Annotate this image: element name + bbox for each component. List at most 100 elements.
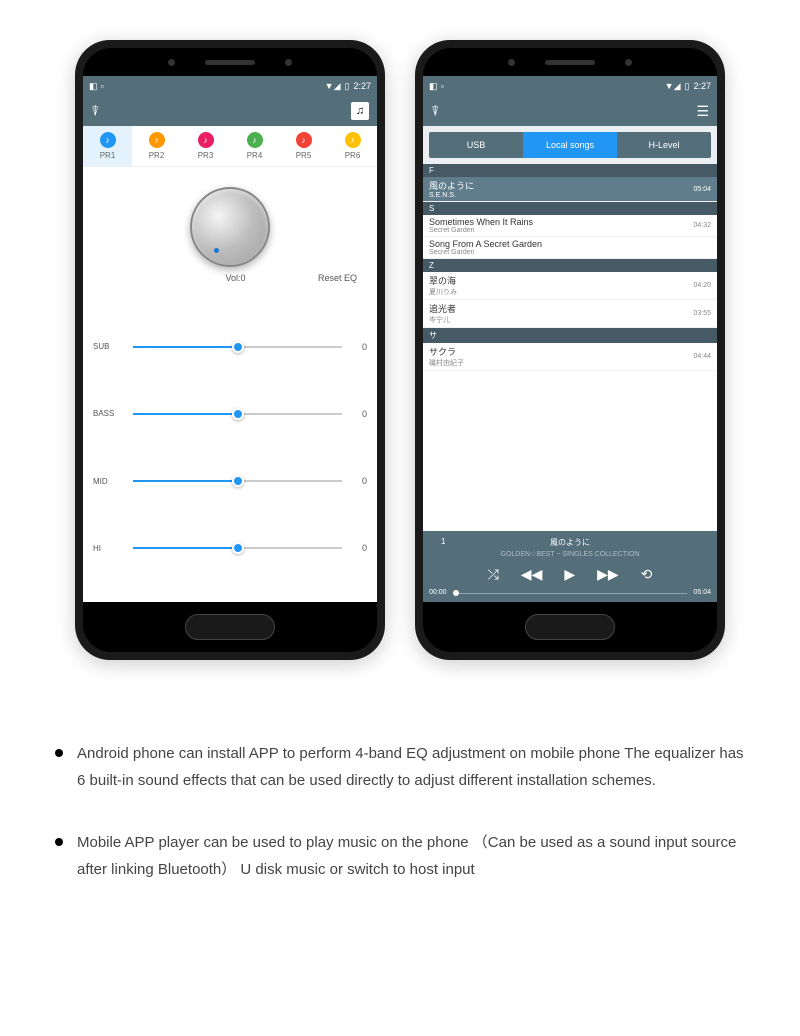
previous-icon[interactable]: ◀◀ — [521, 566, 543, 583]
preset-pr5[interactable]: ♪PR5 — [279, 126, 328, 166]
song-title: 翠の海 — [429, 274, 457, 287]
music-icon[interactable]: ♫ — [351, 102, 369, 120]
slider-sub: SUB 0 — [93, 327, 367, 367]
signal-icon: ▼◢ — [325, 81, 341, 92]
next-icon[interactable]: ▶▶ — [597, 566, 619, 583]
preset-pr3[interactable]: ♪PR3 — [181, 126, 230, 166]
slider-bass: BASS 0 — [93, 394, 367, 434]
song-title: Sometimes When It Rains — [429, 217, 533, 227]
preset-row: ♪PR1♪PR2♪PR3♪PR4♪PR5♪PR6 — [83, 126, 377, 167]
song-row[interactable]: 翠の海夏川りみ 04:20 — [423, 272, 717, 300]
total-time: 05:04 — [693, 589, 711, 596]
phone-bezel-bottom — [83, 602, 377, 652]
phone-frame-eq: ◧ ▫ ▼◢ ▯ 2:27 ⍒ ♫ ♪PR1♪PR2♪PR3♪PR4♪PR5♪P… — [75, 40, 385, 660]
slider-label: HI — [93, 544, 123, 553]
song-row[interactable]: サクラ磯村由紀子04:44 — [423, 343, 717, 371]
desc-text-2: Mobile APP player can be used to play mu… — [77, 829, 745, 883]
preset-label: PR5 — [296, 151, 312, 160]
slider-thumb[interactable] — [232, 341, 244, 353]
now-playing-album: GOLDEN☆BEST ~ SINGLES COLLECTION — [429, 550, 711, 558]
eq-sliders: SUB 0 BASS 0 MID 0 HI 0 — [83, 293, 377, 602]
preset-pr4[interactable]: ♪PR4 — [230, 126, 279, 166]
preset-pr6[interactable]: ♪PR6 — [328, 126, 377, 166]
slider-track[interactable] — [133, 547, 342, 549]
home-button[interactable] — [525, 614, 615, 640]
song-artist: 夏川りみ — [429, 287, 457, 297]
description-text: Android phone can install APP to perform… — [0, 700, 800, 958]
preset-pr2[interactable]: ♪ PR2 — [132, 126, 181, 166]
player-tabs: USBLocal songsH-Level — [429, 132, 711, 158]
song-duration: 03:55 — [693, 310, 711, 317]
song-title: Song From A Secret Garden — [429, 239, 542, 249]
song-title: サクラ — [429, 345, 464, 358]
tab-usb[interactable]: USB — [429, 132, 523, 158]
notification-icon: ◧ — [429, 81, 438, 92]
song-duration: 04:44 — [693, 353, 711, 360]
preset-label: PR2 — [149, 151, 165, 160]
song-duration: 04:20 — [693, 282, 711, 289]
notification-icon: ▫ — [441, 81, 444, 92]
slider-label: MID — [93, 477, 123, 486]
preset-icon: ♪ — [100, 132, 116, 148]
slider-track[interactable] — [133, 413, 342, 415]
eq-app-bar: ⍒ ♫ — [83, 96, 377, 126]
shuffle-icon[interactable]: ⤮ — [488, 566, 499, 583]
settings-icon[interactable]: ☰ — [696, 103, 709, 120]
song-row[interactable]: Sometimes When It RainsSecret Garden 04:3… — [423, 215, 717, 237]
signal-icon: ▼◢ — [665, 81, 681, 92]
phone-bezel-top — [83, 48, 377, 76]
slider-value: 0 — [352, 543, 367, 553]
song-duration: 05:04 — [693, 186, 711, 193]
bullet-icon — [55, 838, 63, 846]
slider-value: 0 — [352, 342, 367, 352]
home-button[interactable] — [185, 614, 275, 640]
reset-eq-button[interactable]: Reset EQ — [318, 273, 357, 283]
slider-value: 0 — [352, 476, 367, 486]
slider-mid: MID 0 — [93, 461, 367, 501]
repeat-icon[interactable]: ⟲ — [641, 566, 653, 583]
bluetooth-icon[interactable]: ⍒ — [431, 103, 439, 120]
song-artist: Secret Garden — [429, 249, 542, 256]
status-time: 2:27 — [693, 81, 711, 91]
slider-label: SUB — [93, 342, 123, 351]
song-artist: S.E.N.S. — [429, 192, 474, 199]
notification-icon: ◧ — [89, 81, 98, 92]
section-header: Z — [423, 259, 717, 272]
tab-local-songs[interactable]: Local songs — [523, 132, 617, 158]
section-header: F — [423, 164, 717, 177]
song-row[interactable]: 風のようにS.E.N.S.05:04 — [423, 177, 717, 202]
preset-label: PR1 — [100, 151, 116, 160]
play-icon[interactable]: ▶ — [564, 566, 575, 583]
slider-track[interactable] — [133, 346, 342, 348]
slider-value: 0 — [352, 409, 367, 419]
song-duration: 04:32 — [693, 222, 711, 229]
android-status-bar: ◧ ▫ ▼◢ ▯ 2:27 — [423, 76, 717, 96]
preset-icon: ♪ — [198, 132, 214, 148]
player-bar: 1 風のように GOLDEN☆BEST ~ SINGLES COLLECTION… — [423, 531, 717, 602]
preset-label: PR4 — [247, 151, 263, 160]
track-number: 1 — [441, 537, 445, 546]
elapsed-time: 00:00 — [429, 589, 447, 596]
slider-thumb[interactable] — [232, 542, 244, 554]
preset-icon: ♪ — [149, 132, 165, 148]
song-row[interactable]: Song From A Secret GardenSecret Garden — [423, 237, 717, 259]
preset-pr1[interactable]: ♪ PR1 — [83, 126, 132, 166]
phones-container: ◧ ▫ ▼◢ ▯ 2:27 ⍒ ♫ ♪PR1♪PR2♪PR3♪PR4♪PR5♪P… — [0, 0, 800, 700]
song-artist: 岑宁儿 — [429, 315, 456, 325]
progress-bar[interactable] — [453, 593, 688, 594]
phone-screen-player: ◧ ▫ ▼◢ ▯ 2:27 ⍒ ☰ USBLocal songsH-Level … — [423, 76, 717, 602]
bluetooth-icon[interactable]: ⍒ — [91, 103, 99, 120]
volume-knob[interactable] — [190, 187, 270, 267]
song-row[interactable]: 追光者岑宁儿03:55 — [423, 300, 717, 328]
slider-thumb[interactable] — [232, 408, 244, 420]
slider-track[interactable] — [133, 480, 342, 482]
slider-label: BASS — [93, 409, 123, 418]
phone-bezel-bottom — [423, 602, 717, 652]
battery-icon: ▯ — [345, 81, 350, 92]
song-list[interactable]: F風のようにS.E.N.S.05:04SSometimes When It Ra… — [423, 164, 717, 531]
slider-thumb[interactable] — [232, 475, 244, 487]
player-app-bar: ⍒ ☰ — [423, 96, 717, 126]
tab-h-level[interactable]: H-Level — [617, 132, 711, 158]
song-artist: Secret Garden — [429, 227, 533, 234]
volume-label: Vol:0 — [153, 273, 318, 283]
